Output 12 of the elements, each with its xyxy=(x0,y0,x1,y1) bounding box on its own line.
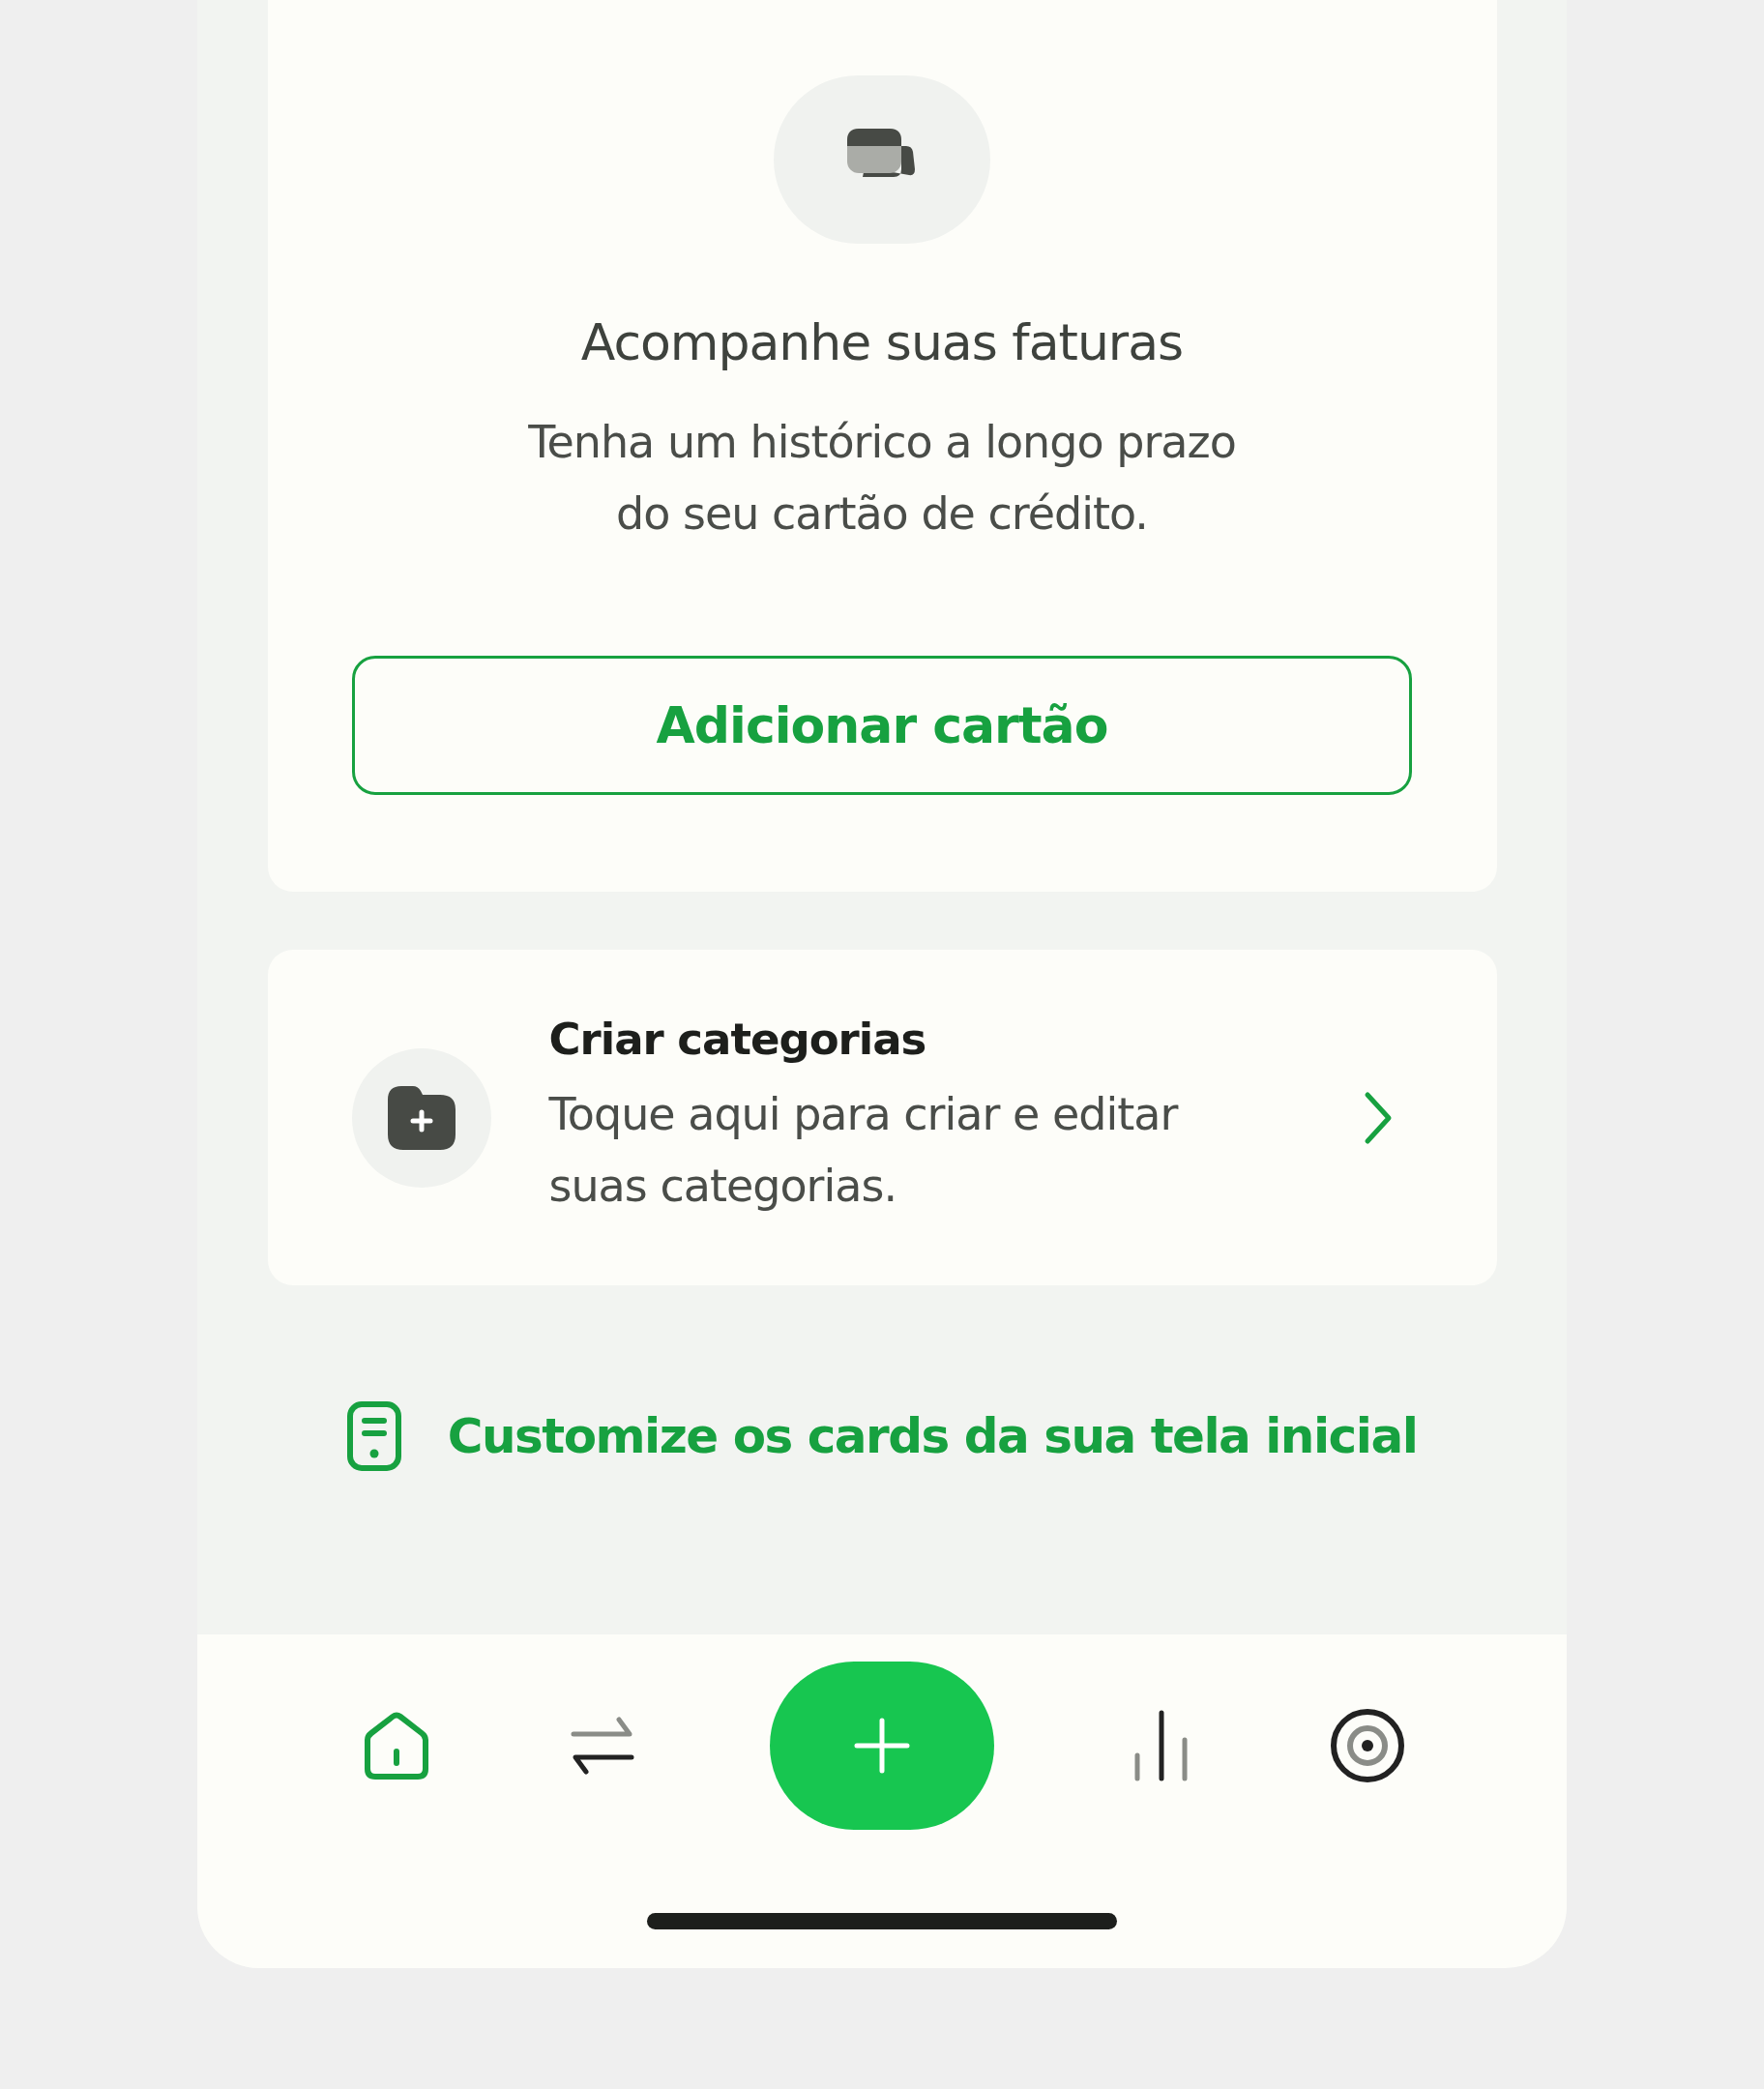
card-title: Acompanhe suas faturas xyxy=(580,313,1184,371)
target-icon[interactable] xyxy=(1328,1707,1406,1784)
customize-link[interactable]: Customize os cards da sua tela inicial xyxy=(447,1408,1418,1464)
phone-icon xyxy=(346,1401,401,1471)
folder-plus-icon xyxy=(387,1085,456,1150)
chevron-right-icon xyxy=(1363,1090,1393,1145)
card-title: Criar categorias xyxy=(548,1014,927,1065)
card-description: Tenha um histórico a longo prazo do seu cartão de crédito. xyxy=(527,415,1237,542)
add-card-button[interactable]: Adicionar cartão xyxy=(352,656,1412,795)
plus-icon xyxy=(853,1717,911,1775)
categories-card[interactable]: Criar categorias Toque aqui para criar e editar suas categorias. xyxy=(267,950,1497,1285)
card-description: Toque aqui para criar e editar suas categorias. xyxy=(548,1087,1180,1214)
